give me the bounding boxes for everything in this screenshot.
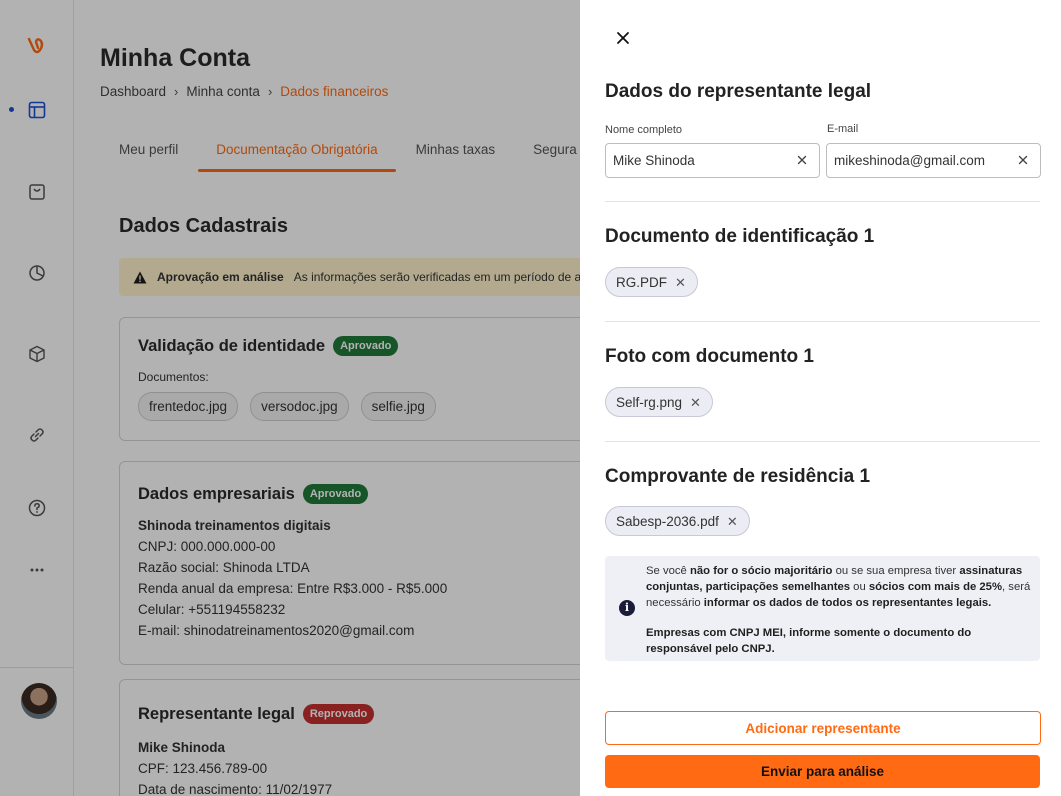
clear-icon[interactable] [795, 153, 809, 167]
mei-note: Empresas com CNPJ MEI, informe somente o… [646, 627, 972, 655]
file-chip[interactable]: Sabesp-2036.pdf ✕ [605, 506, 750, 536]
close-icon[interactable] [613, 28, 633, 48]
file-chip[interactable]: Self-rg.png ✕ [605, 387, 713, 417]
remove-file-icon[interactable]: ✕ [675, 276, 686, 289]
name-value: Mike Shinoda [613, 153, 695, 168]
address-proof-title: Comprovante de residência 1 [605, 466, 871, 487]
file-chip[interactable]: RG.PDF ✕ [605, 267, 698, 297]
file-name: Self-rg.png [616, 394, 683, 410]
email-label: E-mail [827, 123, 859, 135]
email-field[interactable]: mikeshinoda@gmail.com [826, 143, 1041, 178]
divider [605, 321, 1040, 322]
info-icon: i [619, 600, 635, 616]
file-name: Sabesp-2036.pdf [616, 513, 719, 529]
divider [605, 441, 1040, 442]
modal-overlay[interactable] [0, 0, 580, 796]
add-representative-button[interactable]: Adicionar representante [605, 711, 1041, 745]
divider [605, 201, 1040, 202]
photo-doc-title: Foto com documento 1 [605, 346, 814, 367]
remove-file-icon[interactable]: ✕ [690, 396, 701, 409]
info-box: i Se você não for o sócio majoritário ou… [605, 556, 1040, 661]
id-doc-title: Documento de identificação 1 [605, 226, 875, 247]
clear-icon[interactable] [1016, 153, 1030, 167]
remove-file-icon[interactable]: ✕ [727, 515, 738, 528]
submit-for-review-button[interactable]: Enviar para análise [605, 755, 1040, 788]
email-value: mikeshinoda@gmail.com [834, 153, 986, 168]
info-text: Se você não for o sócio majoritário ou s… [646, 565, 1031, 655]
drawer-title: Dados do representante legal [605, 81, 872, 102]
file-name: RG.PDF [616, 274, 668, 290]
name-field[interactable]: Mike Shinoda [605, 143, 820, 178]
legal-rep-drawer: Dados do representante legal Nome comple… [580, 0, 1061, 796]
name-label: Nome completo [605, 124, 683, 136]
